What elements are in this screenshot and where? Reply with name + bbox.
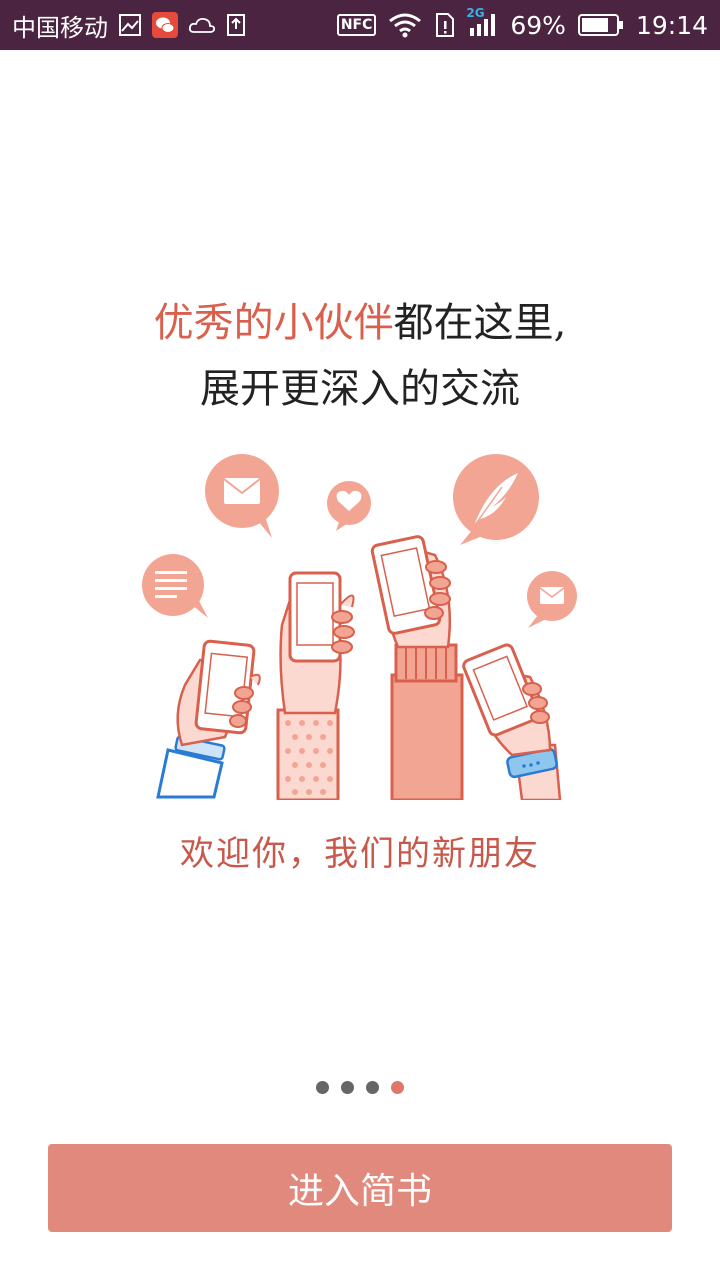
network-type-label: 2G <box>466 6 485 20</box>
mail-small-bubble-icon <box>527 571 577 628</box>
hand-phone-1 <box>156 639 261 799</box>
headline-line-1-rest: 都在这里, <box>393 300 567 346</box>
battery-percent: 69% <box>510 10 566 40</box>
page-dot-2[interactable] <box>341 1081 354 1094</box>
enter-jianshu-button[interactable]: 进入简书 <box>48 1144 672 1232</box>
carrier-label: 中国移动 <box>12 13 108 42</box>
page-dot-3[interactable] <box>366 1081 379 1094</box>
message-bubble-icon <box>142 554 208 618</box>
wechat-icon <box>152 12 178 38</box>
headline-line-1: 优秀的小伙伴都在这里, <box>0 290 720 356</box>
hands-with-phones-illustration <box>130 445 590 802</box>
page-indicator <box>0 1081 720 1094</box>
hand-phone-4 <box>462 643 562 802</box>
feather-bubble-icon <box>453 454 539 545</box>
hand-phone-3 <box>370 535 464 802</box>
clock: 19:14 <box>635 10 708 40</box>
headline-accent: 优秀的小伙伴 <box>153 300 394 346</box>
battery-icon <box>577 13 624 37</box>
welcome-text: 欢迎你，我们的新朋友 <box>180 834 540 874</box>
upload-icon <box>226 13 246 37</box>
page-dot-4-active[interactable] <box>391 1081 404 1094</box>
weather-cloud-icon <box>188 14 216 36</box>
signal-icon: 2G <box>466 6 498 38</box>
hand-phone-2 <box>276 571 355 802</box>
heart-bubble-icon <box>327 481 371 531</box>
headline: 优秀的小伙伴都在这里, 展开更深入的交流 <box>0 290 720 422</box>
headline-line-2: 展开更深入的交流 <box>200 366 520 412</box>
sim-alert-icon <box>434 12 456 38</box>
page-dot-1[interactable] <box>316 1081 329 1094</box>
status-bar: 中国移动 NFC 2G 69% 19:14 <box>0 0 720 50</box>
nfc-icon: NFC <box>336 14 377 36</box>
mail-bubble-icon <box>205 454 279 538</box>
wifi-icon <box>388 12 422 38</box>
gallery-icon <box>118 13 142 37</box>
